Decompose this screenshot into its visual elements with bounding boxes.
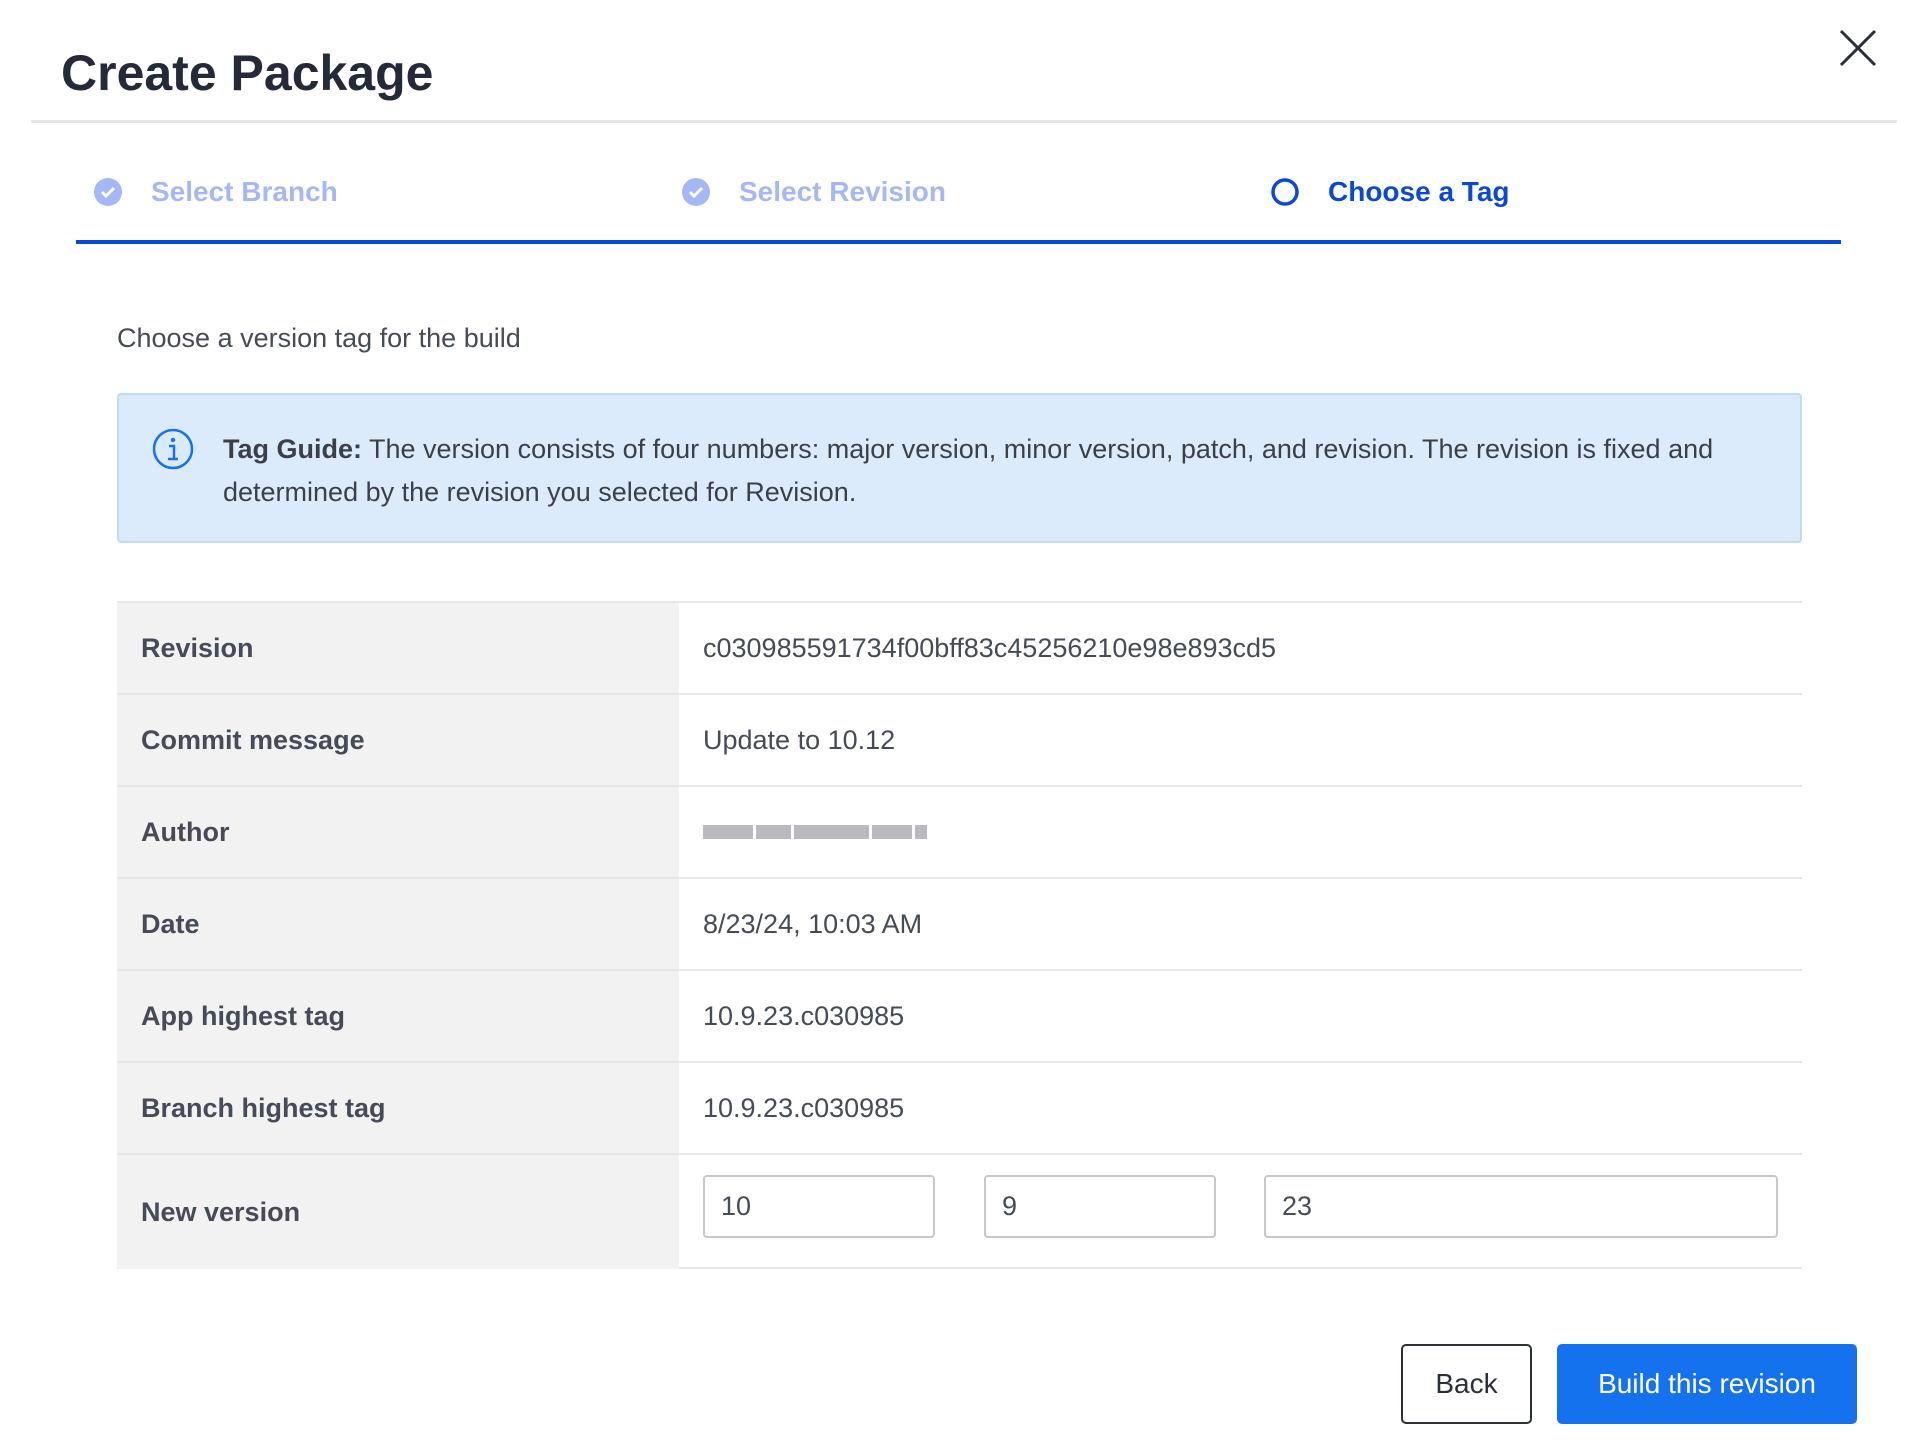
step-label: Select Revision: [739, 176, 946, 207]
table-row: Branch highest tag 10.9.23.c030985: [117, 1063, 1802, 1155]
info-icon: [152, 428, 194, 470]
row-label: Revision: [117, 603, 679, 693]
circle-icon: [1270, 177, 1300, 207]
row-label: Author: [117, 787, 679, 877]
table-row: Date 8/23/24, 10:03 AM: [117, 879, 1802, 971]
step-choose-tag[interactable]: Choose a Tag: [1270, 176, 1510, 208]
major-version-input[interactable]: [703, 1175, 935, 1238]
author-value-redacted: [679, 787, 1802, 877]
back-button[interactable]: Back: [1401, 1344, 1532, 1424]
step-label: Choose a Tag: [1328, 176, 1510, 207]
commit-message-value: Update to 10.12: [703, 724, 896, 755]
app-highest-tag-value: 10.9.23.c030985: [703, 1000, 905, 1031]
table-row: App highest tag 10.9.23.c030985: [117, 971, 1802, 1063]
patch-version-input[interactable]: [1264, 1175, 1778, 1238]
row-label: Commit message: [117, 695, 679, 785]
date-value: 8/23/24, 10:03 AM: [703, 908, 923, 939]
row-label: Branch highest tag: [117, 1063, 679, 1153]
step-progress-bar: [76, 240, 1841, 244]
row-label: New version: [117, 1155, 679, 1269]
new-version-inputs: [679, 1155, 1802, 1269]
revision-details-table: Revision c030985591734f00bff83c45256210e9…: [117, 601, 1802, 1269]
revision-value: c030985591734f00bff83c45256210e98e893cd5: [703, 632, 1277, 663]
header-divider: [31, 120, 1897, 123]
build-revision-button[interactable]: Build this revision: [1557, 1344, 1857, 1424]
step-select-revision[interactable]: Select Revision: [681, 176, 946, 208]
check-circle-icon: [93, 177, 123, 207]
row-label: App highest tag: [117, 971, 679, 1061]
step-label: Select Branch: [151, 176, 338, 207]
row-label: Date: [117, 879, 679, 969]
tag-guide-text: Tag Guide: The version consists of four …: [223, 428, 1763, 514]
branch-highest-tag-value: 10.9.23.c030985: [703, 1092, 905, 1123]
table-row: New version: [117, 1155, 1802, 1269]
table-row: Commit message Update to 10.12: [117, 695, 1802, 787]
step-select-branch[interactable]: Select Branch: [93, 176, 338, 208]
table-row: Author: [117, 787, 1802, 879]
close-icon[interactable]: [1838, 28, 1878, 68]
dialog-title: Create Package: [61, 45, 434, 101]
intro-text: Choose a version tag for the build: [117, 323, 521, 353]
check-circle-icon: [681, 177, 711, 207]
tag-guide-title: Tag Guide:: [223, 434, 362, 464]
table-row: Revision c030985591734f00bff83c45256210e9…: [117, 603, 1802, 695]
tag-guide-body: The version consists of four numbers: ma…: [223, 434, 1714, 507]
minor-version-input[interactable]: [984, 1175, 1216, 1238]
